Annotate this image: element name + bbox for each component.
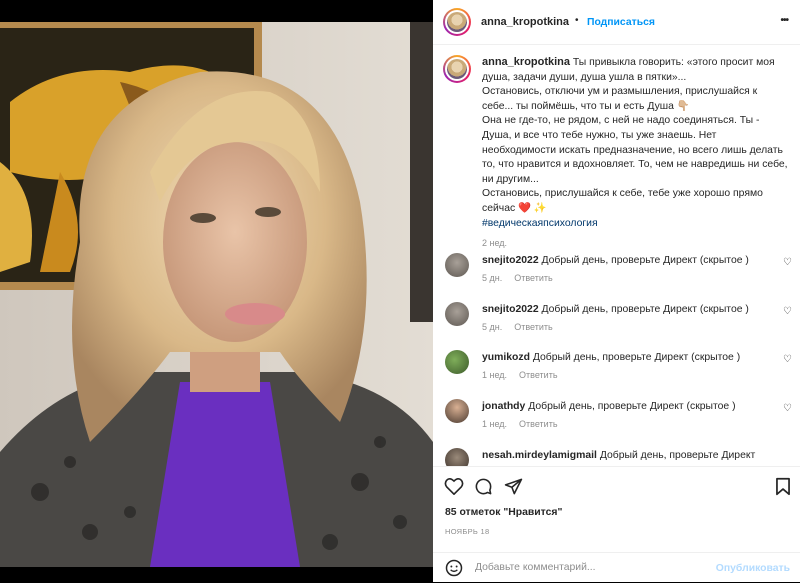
commenter-avatar[interactable] (445, 399, 469, 423)
comment-icon[interactable] (474, 477, 493, 496)
commenter-avatar[interactable] (445, 302, 469, 326)
caption-hashtag[interactable]: #ведическаяпсихология (482, 217, 787, 232)
author-username[interactable]: anna_kropotkina (481, 16, 569, 28)
add-comment-bar: Опубликовать (433, 552, 800, 583)
comment-like-icon[interactable]: ♡ (783, 257, 792, 268)
caption-line: Остановись, прислушайся к себе, тебе уже… (482, 188, 763, 200)
comment-like-icon[interactable]: ♡ (783, 403, 792, 414)
share-icon[interactable] (504, 477, 523, 496)
post-photo[interactable] (0, 22, 433, 567)
post-caption: anna_kropotkina Ты привыкла говорить: «э… (482, 55, 788, 251)
reply-button[interactable]: Ответить (519, 370, 557, 380)
caption-line: Душа, и все что тебе нужно, ты уже знаеш… (482, 129, 717, 141)
comment-text: Добрый день, проверьте Директ (599, 450, 756, 461)
comment-time[interactable]: 5 дн. (482, 322, 502, 332)
comment-time[interactable]: 1 нед. (482, 419, 507, 429)
comment-like-icon[interactable]: ♡ (783, 306, 792, 317)
caption-username[interactable]: anna_kropotkina (482, 56, 570, 68)
reply-button[interactable]: Ответить (519, 419, 557, 429)
caption-line: сейчас ❤️ ✨ (482, 202, 547, 214)
post-photo-image (0, 22, 433, 567)
caption-line: то, что нравится и вдохновляет. То, чем … (482, 159, 788, 171)
comment-username[interactable]: yumikozd (482, 352, 530, 363)
save-bookmark-icon[interactable] (775, 477, 791, 496)
comment-username[interactable]: snejito2022 (482, 255, 539, 266)
caption-time[interactable]: 2 нед. (482, 236, 787, 251)
caption-line: Ты привыкла говорить: «этого просит моя (572, 57, 775, 68)
caption-line: душа, задачи души, душа ушла в пятки»... (482, 71, 687, 83)
comment-item: nesah.mirdeylamigmail Добрый день, прове… (433, 448, 800, 466)
comment-like-icon[interactable]: ♡ (783, 354, 792, 365)
likes-count[interactable]: 85 отметок "Нравится" (445, 507, 562, 518)
commenter-avatar[interactable] (445, 448, 469, 466)
caption-avatar[interactable] (443, 55, 471, 83)
post-panel: anna_kropotkina • Подписаться ••• anna_k… (433, 0, 800, 582)
emoji-icon[interactable] (445, 559, 463, 577)
comment-item: snejito2022 Добрый день, проверьте Дирек… (433, 302, 800, 342)
caption-line: Остановись, отключи ум и размышления, пр… (482, 86, 758, 98)
commenter-avatar[interactable] (445, 350, 469, 374)
reply-button[interactable]: Ответить (514, 322, 552, 332)
comment-text: Добрый день, проверьте Директ (скрытое ) (541, 304, 749, 315)
post-header: anna_kropotkina • Подписаться ••• (433, 0, 800, 45)
caption-line: необходимости искать предназначение, но … (482, 144, 783, 156)
comment-input[interactable] (473, 561, 717, 574)
comment-item: yumikozd Добрый день, проверьте Директ (… (433, 350, 800, 390)
comment-username[interactable]: snejito2022 (482, 304, 539, 315)
comment-username[interactable]: nesah.mirdeylamigmail (482, 450, 597, 461)
more-options-icon[interactable]: ••• (780, 15, 788, 26)
comment-time[interactable]: 1 нед. (482, 370, 507, 380)
comment-item: jonathdy Добрый день, проверьте Директ (… (433, 399, 800, 439)
separator-dot: • (575, 15, 579, 26)
comment-text: Добрый день, проверьте Директ (скрытое ) (528, 401, 736, 412)
commenter-avatar[interactable] (445, 253, 469, 277)
author-avatar[interactable] (443, 8, 471, 36)
post-date: НОЯБРЬ 18 (445, 527, 490, 536)
comment-item: snejito2022 Добрый день, проверьте Дирек… (433, 253, 800, 293)
comment-text: Добрый день, проверьте Директ (скрытое ) (532, 352, 741, 363)
action-bar (433, 466, 800, 507)
like-heart-icon[interactable] (444, 477, 464, 495)
follow-button[interactable]: Подписаться (587, 17, 655, 28)
comment-text: Добрый день, проверьте Директ (скрытое ) (541, 255, 749, 266)
comment-time[interactable]: 5 дн. (482, 273, 502, 283)
reply-button[interactable]: Ответить (514, 273, 552, 283)
caption-line: себе... ты поймёшь, что ты и есть Душа 👇… (482, 100, 690, 112)
publish-button[interactable]: Опубликовать (716, 563, 790, 574)
caption-line: Она не где-то, не рядом, с ней не надо с… (482, 115, 760, 127)
comment-username[interactable]: jonathdy (482, 401, 525, 412)
caption-line: ни другим... (482, 173, 539, 185)
